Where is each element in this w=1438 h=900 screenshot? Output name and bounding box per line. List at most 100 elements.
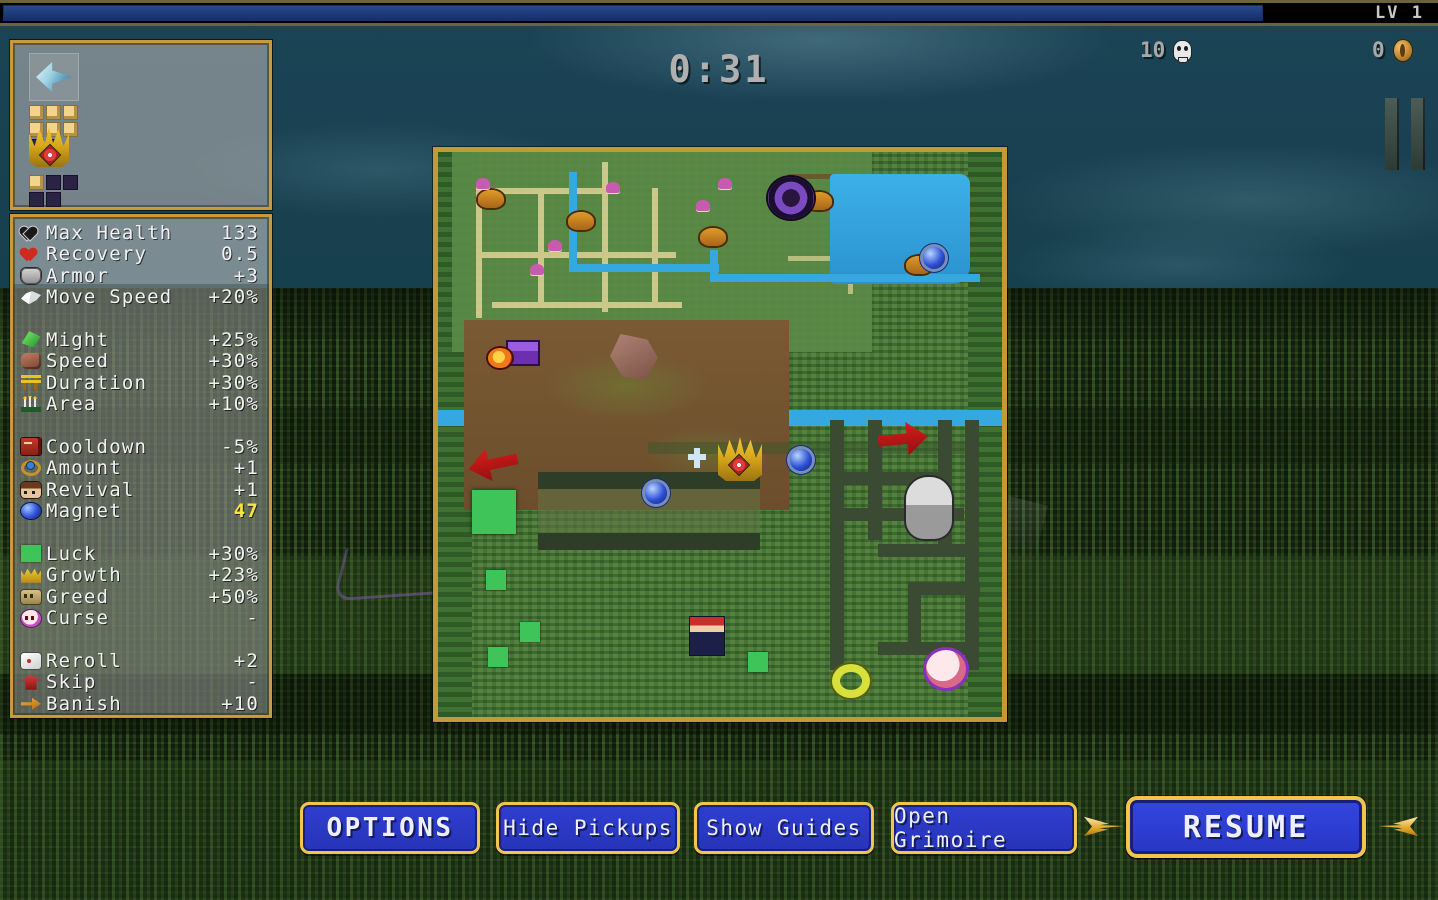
clover-icon [21,545,41,562]
minimap-mushroom [530,264,544,275]
level-pip [63,175,78,190]
glove-icon [21,353,41,370]
stat-value: +23% [208,564,259,587]
minimap-hut [700,228,726,246]
stat-value: -5% [221,435,259,458]
minimap-lake [830,174,970,284]
stat-value: +2 [233,649,259,672]
level-pip [63,105,78,120]
stat-label: Move Speed [46,286,173,309]
stat-row: Move Speed +20% [21,286,263,309]
stat-row: Area +10% [21,393,263,416]
minimap-mushroom [606,182,620,193]
stat-row: Reroll +2 [21,650,263,672]
show-guides-button[interactable]: Show Guides [694,802,874,854]
greed-coin-icon [21,589,41,604]
minimap-clover-pickup [472,490,516,534]
stat-value: +1 [233,478,259,501]
growth-crown-icon [21,568,41,583]
black-heart-icon [21,225,41,241]
stat-value: +10 [221,692,259,715]
level-pip [46,105,61,120]
stat-label: Luck [46,542,97,565]
level-pip [29,105,44,120]
stat-label: Max Health [46,221,173,244]
stats-group-separator [21,629,263,650]
armor-icon [21,267,41,284]
weapon-slot[interactable] [29,53,79,101]
stat-row: Skip - [21,671,263,694]
stats-group-separator [21,522,263,543]
stat-label: Curse [46,607,110,630]
open-grimoire-button[interactable]: Open Grimoire [891,802,1077,854]
minimap-cross-pickup [688,448,706,468]
minimap-clover-pickup [520,622,540,642]
stat-label: Area [46,393,97,416]
stat-label: Cooldown [46,435,148,458]
stat-row: Might +25% [21,329,263,351]
stat-row: Amount +1 [21,457,263,480]
book-icon [21,438,41,456]
minimap-mushroom [718,178,732,189]
stats-group-separator [21,308,263,329]
stat-label: Speed [46,350,110,373]
stat-row: Banish +10 [21,693,263,715]
minimap-chest [508,342,538,364]
stat-row: Recovery 0.5 [21,243,263,266]
stat-label: Might [46,328,110,351]
stat-row: Growth +23% [21,564,263,587]
stats-panel: Max Health 133 Recovery 0.5 Armor +3 Move Spee… [10,214,272,718]
stat-value: 0.5 [221,243,259,266]
minimap-maze-wall [908,582,980,595]
purple-trail-marker [332,541,447,602]
red-heart-icon [21,246,41,262]
minimap-clover-pickup [486,570,506,590]
options-button[interactable]: OPTIONS [300,802,480,854]
stat-label: Banish [46,692,122,715]
stat-value: 133 [221,221,259,244]
stat-value: +30% [208,350,259,373]
stat-label: Growth [46,564,122,587]
minimap-mushroom [696,200,710,211]
pause-icon [1385,98,1427,170]
stat-value: - [246,607,259,630]
crown-passive-icon [29,127,69,167]
minimap-vortex [768,177,814,219]
curse-skull-icon [21,609,41,627]
stat-row: Duration +30% [21,372,263,394]
stat-value: 47 [233,500,259,523]
stat-value: - [246,671,259,694]
minimap-mushroom [548,240,562,251]
stats-list: Max Health 133 Recovery 0.5 Armor +3 Move Spee… [21,222,263,715]
hide-pickups-button[interactable]: Hide Pickups [496,802,680,854]
resume-button[interactable]: RESUME [1126,796,1366,858]
level-pip [29,192,44,207]
stat-label: Recovery [46,243,148,266]
minimap-clover-pickup [488,647,508,667]
ring-icon [21,460,41,477]
minimap[interactable] [433,147,1007,722]
torii-gate-icon [21,375,41,391]
minimap-river [569,264,719,272]
minimap-maze-wall [878,642,978,655]
stat-value: +25% [208,328,259,351]
stat-row: Magnet 47 [21,500,263,523]
minimap-gem-pickup [923,247,945,269]
minimap-maze-wall [965,420,979,670]
stat-row: Cooldown -5% [21,436,263,458]
stat-value: +30% [208,371,259,394]
stat-row: Revival +1 [21,479,263,501]
stat-label: Duration [46,371,148,394]
minimap-maze-wall [878,544,978,557]
leaf-icon [19,329,42,350]
skip-icon [21,674,41,690]
minimap-fireball [488,348,512,368]
selection-arrow-right-icon [1378,815,1418,845]
stat-label: Magnet [46,500,122,523]
stat-label: Amount [46,457,122,480]
passive-slot[interactable] [29,127,69,169]
inventory-panel [10,40,272,210]
xp-fill [3,5,1264,21]
candles-icon [21,396,41,413]
level-pip [46,175,61,190]
